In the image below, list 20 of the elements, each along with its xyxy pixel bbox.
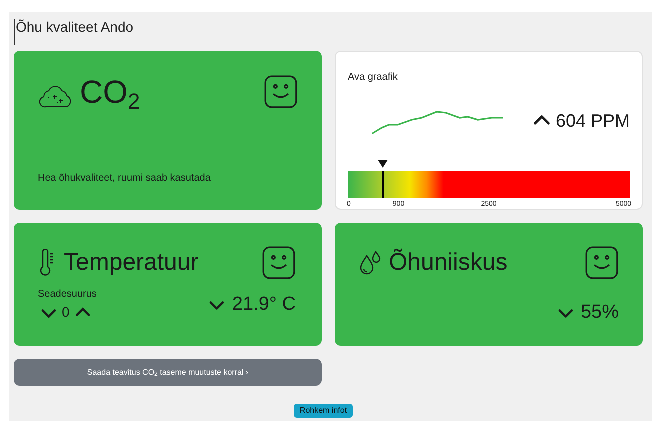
more-info-button[interactable]: Rohkem infot xyxy=(294,404,354,418)
setting-value: 0 xyxy=(62,303,70,322)
setting-label: Seadesuurus xyxy=(38,288,97,302)
notify-button[interactable]: Saada teavitus CO$_{2}$ taseme muutuste korral › xyxy=(14,359,322,386)
humidity-title: Õhuniiskus xyxy=(389,248,508,278)
thermometer-icon xyxy=(40,249,54,277)
smiley-icon xyxy=(262,246,296,280)
droplets-icon xyxy=(359,250,383,276)
humidity-reading: 55% xyxy=(580,301,619,325)
cloud-icon xyxy=(38,83,74,109)
status-message: Hea õhukvaliteet, ruumi saab kasutada xyxy=(38,172,212,186)
temperature-title: Temperatuur xyxy=(64,248,199,278)
smiley-icon xyxy=(264,75,298,109)
marker-triangle-icon xyxy=(378,160,388,168)
smiley-icon xyxy=(585,246,619,280)
co2-reading: 604 PPM xyxy=(556,110,630,132)
temperature-reading: 21.9° C xyxy=(232,292,296,316)
co2-title: CO$_{2}$ xyxy=(80,75,140,109)
page-title: Õhu kvaliteet Ando xyxy=(14,19,134,45)
open-chart-link[interactable]: Ava graafik xyxy=(348,72,398,83)
